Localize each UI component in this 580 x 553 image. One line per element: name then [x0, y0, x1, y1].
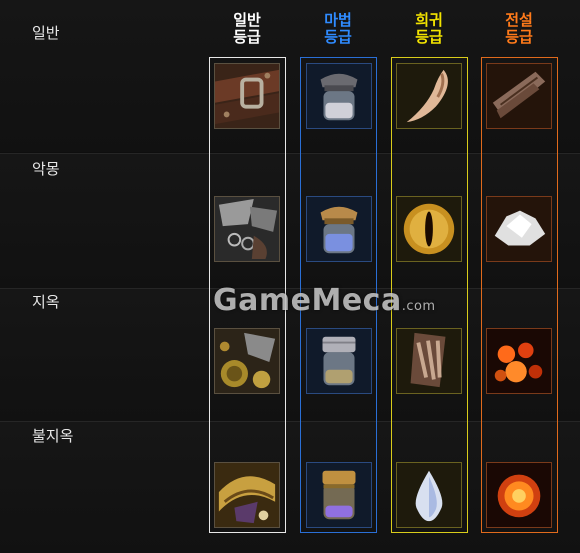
grade-header-legendary: 전설 등급 — [479, 12, 559, 46]
grade-header-magic-line2: 등급 — [324, 28, 352, 46]
ornate-armor-scrap-icon[interactable] — [214, 328, 280, 394]
grade-header-rare: 희귀 등급 — [389, 12, 469, 46]
tear-drop-icon[interactable] — [396, 462, 462, 528]
purple-dust-jar-icon[interactable] — [306, 462, 372, 528]
blue-dust-jar-icon[interactable] — [306, 196, 372, 262]
grade-header-rare-line2: 등급 — [415, 28, 443, 46]
grade-header-magic: 마법 등급 — [298, 12, 378, 46]
grade-header-legendary-line2: 등급 — [505, 28, 533, 46]
grade-header-normal-line2: 등급 — [233, 28, 261, 46]
wood-plank-icon[interactable] — [486, 63, 552, 129]
grade-header-rare-line1: 희귀 — [415, 11, 443, 29]
row-label-nightmare: 악몽 — [32, 160, 60, 178]
claw-icon[interactable] — [396, 328, 462, 394]
embers-icon[interactable] — [486, 328, 552, 394]
row-label-normal: 일반 — [32, 24, 60, 42]
curved-fang-icon[interactable] — [396, 63, 462, 129]
metal-dust-jar-icon[interactable] — [306, 328, 372, 394]
row-label-hell: 지옥 — [32, 293, 60, 311]
scrap-metal-icon[interactable] — [214, 196, 280, 262]
gray-dust-jar-icon[interactable] — [306, 63, 372, 129]
fire-orb-icon[interactable] — [486, 462, 552, 528]
row-label-torment: 불지옥 — [32, 427, 74, 445]
demon-eye-icon[interactable] — [396, 196, 462, 262]
white-crystal-icon[interactable] — [486, 196, 552, 262]
grade-header-normal-line1: 일반 — [233, 11, 261, 29]
grade-header-magic-line1: 마법 — [324, 11, 352, 29]
grade-header-normal: 일반 등급 — [207, 12, 287, 46]
grade-header-legendary-line1: 전설 — [505, 11, 533, 29]
gilded-scale-scrap-icon[interactable] — [214, 462, 280, 528]
leather-belt-icon[interactable] — [214, 63, 280, 129]
